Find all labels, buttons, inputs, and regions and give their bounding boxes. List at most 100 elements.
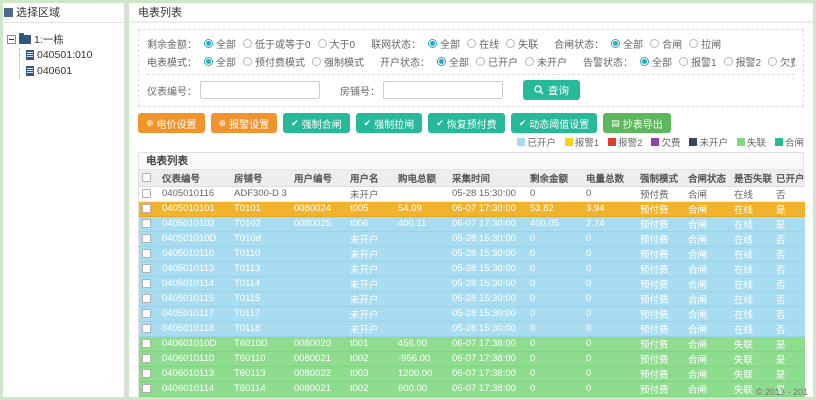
table-cell: 0 (527, 291, 583, 307)
radio-option[interactable]: 全部 (640, 54, 672, 69)
radio-option[interactable]: 全部 (611, 36, 643, 51)
tree-node[interactable]: 040601 (26, 64, 120, 78)
radio-option[interactable]: 报警1 (679, 54, 717, 69)
radio-option[interactable]: 大于0 (317, 36, 356, 51)
row-checkbox[interactable] (142, 233, 151, 243)
radio-icon[interactable] (243, 38, 252, 48)
query-button[interactable]: 查询 (523, 80, 580, 100)
tree-node-label[interactable]: 1:一栋 (34, 32, 64, 47)
action-button[interactable]: ▤ 抄表导出 (603, 113, 671, 133)
radio-label[interactable]: 全部 (449, 54, 469, 69)
radio-label[interactable]: 合闸 (662, 36, 682, 51)
radio-option[interactable]: 预付费模式 (243, 54, 305, 69)
radio-icon[interactable] (204, 56, 213, 66)
row-checkbox[interactable] (142, 188, 151, 198)
table-row: 0406010114 T60114 0080021 t002 600.00 06-07 1… (139, 381, 805, 397)
radio-option[interactable]: 强制模式 (312, 54, 364, 69)
row-checkbox[interactable] (142, 323, 151, 333)
row-checkbox[interactable] (142, 368, 151, 378)
radio-icon[interactable] (679, 56, 688, 66)
radio-option[interactable]: 拉闸 (689, 36, 721, 51)
row-checkbox-cell (139, 201, 159, 217)
row-checkbox[interactable] (142, 338, 151, 348)
meter-no-input[interactable] (200, 81, 320, 99)
row-checkbox[interactable] (142, 263, 151, 273)
room-no-input[interactable] (383, 81, 503, 99)
radio-label[interactable]: 欠费 (780, 54, 795, 69)
radio-label[interactable]: 强制模式 (324, 54, 364, 69)
radio-option[interactable]: 低于或等于0 (243, 36, 311, 51)
radio-option[interactable]: 未开户 (525, 54, 567, 69)
table-cell: 400.05 (527, 216, 583, 232)
radio-label[interactable]: 大于0 (330, 36, 356, 51)
row-checkbox[interactable] (142, 353, 151, 363)
radio-icon[interactable] (506, 38, 516, 48)
filter-group-label: 电表模式： (147, 57, 197, 69)
action-button[interactable]: ✔ 恢复预付费 (428, 113, 505, 133)
radio-option[interactable]: 已开户 (476, 54, 518, 69)
radio-icon[interactable] (428, 38, 438, 48)
radio-option[interactable]: 全部 (204, 54, 236, 69)
radio-icon[interactable] (312, 56, 321, 66)
row-checkbox[interactable] (142, 308, 151, 318)
radio-option[interactable]: 合闸 (650, 36, 682, 51)
radio-label[interactable]: 报警2 (736, 54, 762, 69)
radio-icon[interactable] (611, 38, 621, 48)
radio-label[interactable]: 低于或等于0 (255, 36, 311, 51)
radio-icon[interactable] (317, 38, 327, 48)
search-icon (534, 85, 544, 95)
row-checkbox[interactable] (142, 383, 151, 393)
radio-label[interactable]: 在线 (479, 36, 499, 51)
radio-icon[interactable] (525, 56, 534, 66)
radio-option[interactable]: 欠费 (768, 54, 795, 69)
row-checkbox-cell (139, 216, 159, 232)
radio-option[interactable]: 全部 (428, 36, 460, 51)
radio-label[interactable]: 全部 (623, 36, 643, 51)
radio-option[interactable]: 报警2 (723, 54, 762, 69)
radio-option[interactable]: 失联 (506, 36, 538, 51)
radio-label[interactable]: 已开户 (488, 54, 518, 69)
radio-label[interactable]: 全部 (216, 54, 236, 69)
table-cell: 预付费 (637, 216, 685, 232)
radio-icon[interactable] (650, 38, 660, 48)
table-cell: 0080020 (291, 336, 347, 352)
tree-node-label[interactable]: 040601 (37, 65, 72, 77)
row-checkbox[interactable] (142, 218, 151, 228)
radio-icon[interactable] (768, 56, 778, 66)
radio-label[interactable]: 预付费模式 (255, 54, 305, 69)
tree-node[interactable]: 040501:010 (26, 48, 120, 62)
radio-option[interactable]: 在线 (467, 36, 499, 51)
radio-label[interactable]: 未开户 (537, 54, 567, 69)
radio-icon[interactable] (204, 38, 213, 48)
radio-label[interactable]: 全部 (216, 36, 236, 51)
file-icon (26, 50, 34, 60)
radio-option[interactable]: 全部 (437, 54, 469, 69)
action-button[interactable]: ✔ 强制拉闸 (355, 113, 423, 133)
radio-icon[interactable] (689, 38, 699, 48)
radio-label[interactable]: 全部 (652, 54, 672, 69)
select-all-checkbox[interactable] (142, 173, 151, 183)
row-checkbox[interactable] (142, 248, 151, 258)
radio-icon[interactable] (723, 56, 733, 66)
action-button[interactable]: ⊕ 电价设置 (138, 113, 205, 133)
row-checkbox[interactable] (142, 278, 151, 288)
radio-icon[interactable] (467, 38, 477, 48)
radio-label[interactable]: 全部 (440, 36, 460, 51)
tree-node-root[interactable]: 1:一栋 (7, 32, 120, 46)
action-button[interactable]: ✔ 动态阈值设置 (510, 113, 598, 133)
radio-label[interactable]: 报警1 (691, 54, 717, 69)
radio-label[interactable]: 失联 (518, 36, 538, 51)
radio-icon[interactable] (640, 56, 649, 66)
radio-option[interactable]: 全部 (204, 36, 236, 51)
radio-icon[interactable] (476, 56, 485, 66)
action-button[interactable]: ⊕ 报警设置 (210, 113, 278, 133)
action-button[interactable]: ✔ 强制合闸 (283, 113, 350, 133)
radio-label[interactable]: 拉闸 (701, 36, 721, 51)
radio-icon[interactable] (437, 56, 446, 66)
filter-row-2: 电表模式： 全部 预付费模式 强制模式 开户状态： 全部 已开户 未开户 告警状态： 全部 报警1 报… (147, 52, 795, 70)
row-checkbox[interactable] (142, 203, 151, 213)
radio-icon[interactable] (243, 56, 252, 66)
collapse-icon[interactable] (7, 34, 16, 44)
tree-node-label[interactable]: 040501:010 (37, 49, 92, 61)
row-checkbox[interactable] (142, 293, 151, 303)
